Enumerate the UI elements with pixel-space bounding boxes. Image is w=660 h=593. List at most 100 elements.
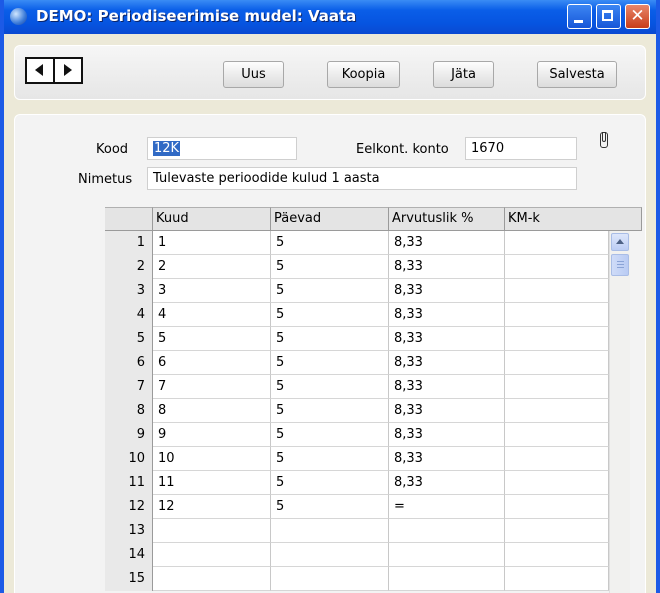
cell-km-k[interactable] (505, 255, 609, 279)
cell-paevad[interactable]: 5 (271, 375, 389, 399)
cell-paevad[interactable]: 5 (271, 471, 389, 495)
new-button[interactable]: Uus (223, 61, 284, 88)
kood-field[interactable]: 12K (147, 137, 297, 160)
window: DEMO: Periodiseerimise mudel: Vaata ✕ Uu… (0, 0, 660, 593)
record-navigation (25, 57, 83, 84)
cell-arvutuslik[interactable]: 8,33 (389, 351, 505, 375)
cell-kuud[interactable] (153, 567, 271, 591)
row-number: 14 (105, 543, 153, 567)
cell-paevad[interactable]: 5 (271, 279, 389, 303)
vertical-scrollbar[interactable] (609, 231, 630, 593)
toolbar: Uus Koopia Jäta Salvesta (14, 45, 646, 100)
cell-paevad[interactable]: 5 (271, 495, 389, 519)
cell-arvutuslik[interactable]: 8,33 (389, 303, 505, 327)
app-globe-icon[interactable] (10, 8, 27, 25)
cell-arvutuslik[interactable]: 8,33 (389, 399, 505, 423)
cell-paevad[interactable] (271, 519, 389, 543)
maximize-button[interactable] (596, 4, 621, 29)
cell-kuud[interactable]: 1 (153, 231, 271, 255)
cell-kuud[interactable] (153, 543, 271, 567)
save-button[interactable]: Salvesta (537, 61, 617, 88)
cell-paevad[interactable]: 5 (271, 327, 389, 351)
copy-button[interactable]: Koopia (327, 61, 400, 88)
cell-kuud[interactable]: 10 (153, 447, 271, 471)
cell-km-k[interactable] (505, 231, 609, 255)
eelkont-konto-label: Eelkont. konto (356, 142, 449, 157)
cell-arvutuslik[interactable] (389, 519, 505, 543)
cell-km-k[interactable] (505, 543, 609, 567)
cell-paevad[interactable]: 5 (271, 255, 389, 279)
row-number: 2 (105, 255, 153, 279)
cell-kuud[interactable] (153, 519, 271, 543)
cell-kuud[interactable]: 8 (153, 399, 271, 423)
minimize-button[interactable] (567, 4, 592, 29)
window-title: DEMO: Periodiseerimise mudel: Vaata (36, 7, 357, 25)
cell-arvutuslik[interactable]: 8,33 (389, 327, 505, 351)
cell-paevad[interactable]: 5 (271, 351, 389, 375)
cell-kuud[interactable]: 6 (153, 351, 271, 375)
cell-km-k[interactable] (505, 327, 609, 351)
nimetus-label: Nimetus (78, 172, 133, 187)
cell-arvutuslik[interactable]: 8,33 (389, 423, 505, 447)
cell-arvutuslik[interactable]: 8,33 (389, 375, 505, 399)
triangle-left-icon (35, 64, 43, 76)
cell-kuud[interactable]: 4 (153, 303, 271, 327)
cell-paevad[interactable]: 5 (271, 447, 389, 471)
cell-kuud[interactable]: 11 (153, 471, 271, 495)
next-record-button[interactable] (55, 59, 81, 82)
cell-km-k[interactable] (505, 399, 609, 423)
cell-paevad[interactable] (271, 543, 389, 567)
cell-arvutuslik[interactable] (389, 567, 505, 591)
cell-km-k[interactable] (505, 351, 609, 375)
cell-paevad[interactable] (271, 567, 389, 591)
cell-paevad[interactable]: 5 (271, 303, 389, 327)
row-number: 4 (105, 303, 153, 327)
cell-arvutuslik[interactable]: 8,33 (389, 279, 505, 303)
cell-kuud[interactable]: 9 (153, 423, 271, 447)
row-number: 9 (105, 423, 153, 447)
cell-km-k[interactable] (505, 423, 609, 447)
paperclip-icon[interactable] (600, 132, 608, 148)
cell-km-k[interactable] (505, 279, 609, 303)
cell-km-k[interactable] (505, 495, 609, 519)
row-number: 1 (105, 231, 153, 255)
row-number: 11 (105, 471, 153, 495)
cell-paevad[interactable]: 5 (271, 231, 389, 255)
cell-kuud[interactable]: 7 (153, 375, 271, 399)
nimetus-field[interactable]: Tulevaste perioodide kulud 1 aasta (147, 167, 577, 190)
column-header-km-k[interactable]: KM-k (505, 207, 642, 231)
scroll-thumb[interactable] (611, 254, 629, 276)
cell-kuud[interactable]: 5 (153, 327, 271, 351)
cell-km-k[interactable] (505, 447, 609, 471)
cell-arvutuslik[interactable]: 8,33 (389, 447, 505, 471)
cell-km-k[interactable] (505, 375, 609, 399)
cell-kuud[interactable]: 2 (153, 255, 271, 279)
close-button[interactable]: ✕ (625, 4, 650, 29)
cell-km-k[interactable] (505, 471, 609, 495)
cell-arvutuslik[interactable] (389, 543, 505, 567)
row-number: 12 (105, 495, 153, 519)
cell-paevad[interactable]: 5 (271, 399, 389, 423)
cell-arvutuslik[interactable]: 8,33 (389, 471, 505, 495)
cell-km-k[interactable] (505, 519, 609, 543)
column-header-kuud[interactable]: Kuud (153, 207, 271, 231)
rows-table: Kuud Päevad Arvutuslik % KM-k 1 1 5 8,33 2 2 5… (105, 207, 642, 593)
cell-arvutuslik[interactable]: 8,33 (389, 255, 505, 279)
cell-kuud[interactable]: 12 (153, 495, 271, 519)
previous-record-button[interactable] (27, 59, 53, 82)
row-number: 6 (105, 351, 153, 375)
cell-arvutuslik[interactable]: 8,33 (389, 231, 505, 255)
cell-km-k[interactable] (505, 567, 609, 591)
kood-value: 12K (153, 141, 181, 156)
column-header-paevad[interactable]: Päevad (271, 207, 389, 231)
cell-km-k[interactable] (505, 303, 609, 327)
cell-paevad[interactable]: 5 (271, 423, 389, 447)
eelkont-konto-field[interactable]: 1670 (465, 137, 577, 160)
cell-arvutuslik[interactable]: = (389, 495, 505, 519)
column-header-arvutuslik[interactable]: Arvutuslik % (389, 207, 505, 231)
leave-button[interactable]: Jäta (433, 61, 494, 88)
row-number: 7 (105, 375, 153, 399)
row-number: 13 (105, 519, 153, 543)
scroll-up-arrow-icon[interactable] (611, 233, 629, 251)
cell-kuud[interactable]: 3 (153, 279, 271, 303)
